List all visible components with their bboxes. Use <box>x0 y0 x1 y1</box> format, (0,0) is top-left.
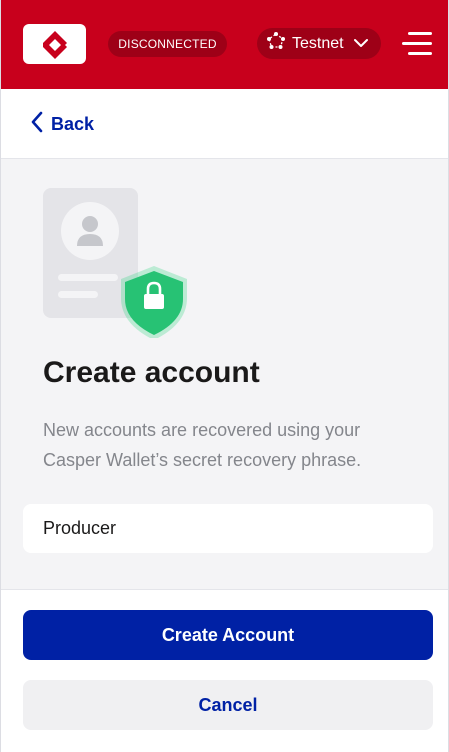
page-description: New accounts are recovered using your Ca… <box>43 420 362 470</box>
menu-icon[interactable] <box>402 32 432 56</box>
header: DISCONNECTED Testnet <box>1 0 448 89</box>
network-switcher[interactable]: Testnet <box>257 28 381 59</box>
app-frame: DISCONNECTED Testnet Back Create account… <box>0 0 449 752</box>
network-label: Testnet <box>292 34 344 52</box>
back-label: Back <box>51 114 95 134</box>
cancel-button[interactable]: Cancel <box>23 680 433 730</box>
chevron-left-icon <box>31 111 43 138</box>
create-account-button[interactable]: Create Account <box>23 610 433 660</box>
nav-bar: Back <box>1 89 448 159</box>
page-title: Create account <box>43 356 260 389</box>
connection-status-label: DISCONNECTED <box>118 37 217 51</box>
chevron-down-icon <box>353 35 368 53</box>
account-shield-illustration <box>43 188 188 340</box>
back-button[interactable]: Back <box>31 111 94 138</box>
connection-status-badge: DISCONNECTED <box>108 31 227 57</box>
footer: Create Account Cancel <box>1 589 448 752</box>
casper-logo-icon[interactable] <box>23 24 86 64</box>
account-name-input[interactable] <box>23 504 433 553</box>
network-icon <box>266 31 286 56</box>
